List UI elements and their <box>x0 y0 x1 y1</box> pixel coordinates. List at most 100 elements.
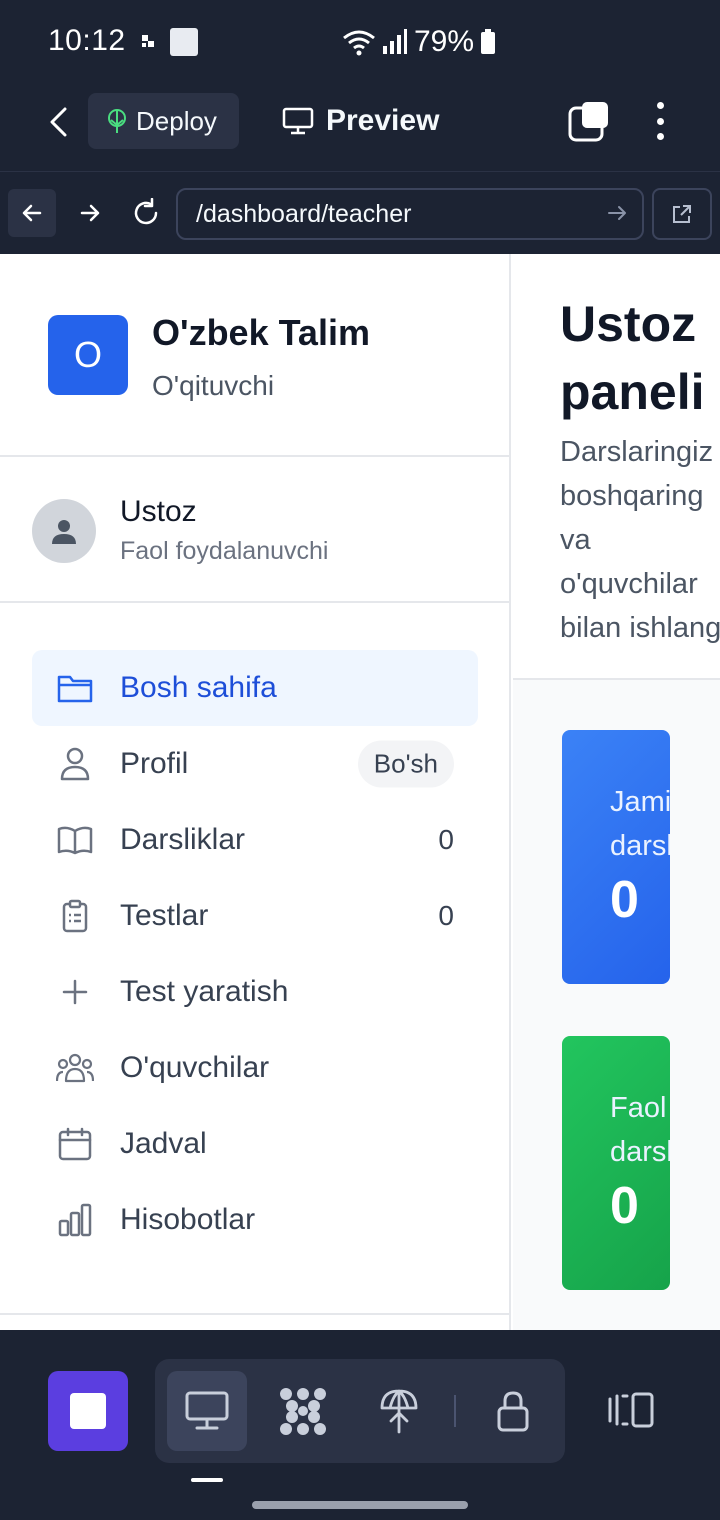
user-avatar-icon <box>52 520 76 544</box>
divider <box>454 1395 456 1427</box>
stat-label-line: Faol <box>610 1092 667 1124</box>
sidebar-item-label: Jadval <box>120 1127 207 1160</box>
url-text: /dashboard/teacher <box>196 199 412 228</box>
reload-icon <box>134 198 158 225</box>
sidebar-item-jadval[interactable]: Jadval <box>32 1106 478 1182</box>
deploy-button[interactable]: Deploy <box>88 93 239 149</box>
deploy-icon <box>380 1389 418 1434</box>
preview-label: Preview <box>326 104 440 137</box>
stat-value: 0 <box>610 871 639 929</box>
calendar-icon <box>56 1125 94 1163</box>
status-time: 10:12 <box>48 24 126 57</box>
layout-toggle-button[interactable] <box>600 1382 662 1438</box>
book-icon <box>56 821 94 859</box>
kebab-dot <box>656 117 664 125</box>
sidebar-item-label: Hisobotlar <box>120 1203 256 1236</box>
divider <box>0 1313 509 1315</box>
sidebar: O O'zbek Talim O'qituvchi Ustoz Faol foy… <box>0 254 511 1330</box>
sidebar-item-hisobotlar[interactable]: Hisobotlar <box>32 1182 478 1258</box>
sidebar-item-bosh-sahifa[interactable]: Bosh sahifa <box>32 650 478 726</box>
workspace-topbar: Deploy Preview <box>0 84 720 172</box>
sidebar-item-label: Profil <box>120 747 189 780</box>
folder-icon <box>56 669 94 707</box>
stop-button[interactable] <box>48 1371 128 1451</box>
stat-label-line: darsliklar <box>610 830 670 862</box>
preview-tool-button[interactable] <box>167 1371 247 1451</box>
user-card: Ustoz Faol foydalanuvchi <box>0 457 509 603</box>
status-bar: 10:12 79% <box>0 0 720 84</box>
sidebar-item-label: Test yaratish <box>120 975 289 1008</box>
external-link-icon <box>673 205 691 223</box>
arrow-left-icon <box>22 204 42 222</box>
reload-button[interactable] <box>122 189 170 237</box>
page-title: Ustoz paneli <box>560 290 720 426</box>
brand-role: O'qituvchi <box>152 370 275 401</box>
page-header: Ustoz paneli Darslaringiz boshqaring va … <box>513 254 720 680</box>
preview-urlbar: /dashboard/teacher <box>0 172 720 254</box>
sidebar-nav: Bosh sahifa Profil Bo'sh Darsliklar 0 Te… <box>32 650 478 1258</box>
subtitle-line: o'quvchilar <box>560 568 698 600</box>
avatar <box>32 499 96 563</box>
deployments-tool-button[interactable] <box>359 1371 439 1451</box>
bar-chart-icon <box>56 1201 94 1239</box>
browser-back-button[interactable] <box>8 189 56 237</box>
agent-tool-button[interactable] <box>263 1371 343 1451</box>
monitor-icon <box>185 1391 229 1430</box>
subtitle-line: Darslaringiz <box>560 436 714 468</box>
kebab-dot <box>656 133 664 140</box>
plus-icon <box>56 973 94 1011</box>
url-input[interactable]: /dashboard/teacher <box>176 188 644 240</box>
deploy-label: Deploy <box>136 105 217 136</box>
sidebar-item-label: Testlar <box>120 899 209 932</box>
stat-card-active-lessons: Faol darsliklar 0 <box>562 1036 670 1290</box>
brand-header: O O'zbek Talim O'qituvchi <box>0 254 509 457</box>
home-indicator[interactable] <box>252 1501 468 1509</box>
stat-label: Faol darsliklar <box>610 1086 670 1174</box>
preview-tab[interactable]: Preview <box>282 93 439 149</box>
user-icon <box>56 745 94 783</box>
sidebar-item-test-yaratish[interactable]: Test yaratish <box>32 954 478 1030</box>
brand-logo: O <box>48 315 128 395</box>
testlar-count: 0 <box>438 900 454 931</box>
monitor-icon <box>282 107 314 135</box>
sidebar-item-label: Darsliklar <box>120 823 246 856</box>
page-title-line: Ustoz <box>560 296 697 352</box>
open-in-new-tab-button[interactable] <box>652 188 712 240</box>
tabs-icon[interactable] <box>568 100 610 142</box>
subtitle-line: boshqaring <box>560 480 704 512</box>
sidebar-item-darsliklar[interactable]: Darsliklar 0 <box>32 802 478 878</box>
kebab-dot <box>656 102 664 109</box>
workspace-bottom-toolbar <box>0 1330 720 1520</box>
brand-name: O'zbek Talim <box>152 312 370 353</box>
page-subtitle: Darslaringiz boshqaring va o'quvchilar b… <box>560 430 720 650</box>
secrets-tool-button[interactable] <box>473 1371 553 1451</box>
sidebar-item-profil[interactable]: Profil Bo'sh <box>32 726 478 802</box>
subtitle-line: va <box>560 524 591 556</box>
user-status: Faol foydalanuvchi <box>120 537 329 565</box>
stat-label: Jami darsliklar <box>610 780 670 868</box>
stat-label-line: darsliklar <box>610 1136 670 1168</box>
lock-icon <box>497 1391 529 1432</box>
split-view-icon <box>608 1392 654 1428</box>
back-button[interactable] <box>40 104 76 140</box>
status-indicators: 79% <box>342 22 496 62</box>
users-icon <box>56 1049 94 1087</box>
arrow-right-icon <box>80 204 100 222</box>
sidebar-item-oquvchilar[interactable]: O'quvchilar <box>32 1030 478 1106</box>
main-content: Ustoz paneli Darslaringiz boshqaring va … <box>513 254 720 1330</box>
agent-icon <box>280 1388 326 1435</box>
preview-viewport: O O'zbek Talim O'qituvchi Ustoz Faol foy… <box>0 254 720 1330</box>
stat-card-total-lessons: Jami darsliklar 0 <box>562 730 670 984</box>
chevron-left-icon <box>50 107 67 137</box>
user-name: Ustoz <box>120 495 197 528</box>
wifi-icon <box>343 30 375 56</box>
active-tab-indicator <box>191 1478 223 1482</box>
sidebar-item-testlar[interactable]: Testlar 0 <box>32 878 478 954</box>
page-title-line: paneli <box>560 364 705 420</box>
more-menu-button[interactable] <box>646 100 674 142</box>
browser-forward-button[interactable] <box>66 189 114 237</box>
app-notification-icon <box>170 28 198 56</box>
battery-icon <box>481 29 496 54</box>
url-go-icon[interactable] <box>606 202 628 224</box>
deploy-icon <box>108 109 126 133</box>
